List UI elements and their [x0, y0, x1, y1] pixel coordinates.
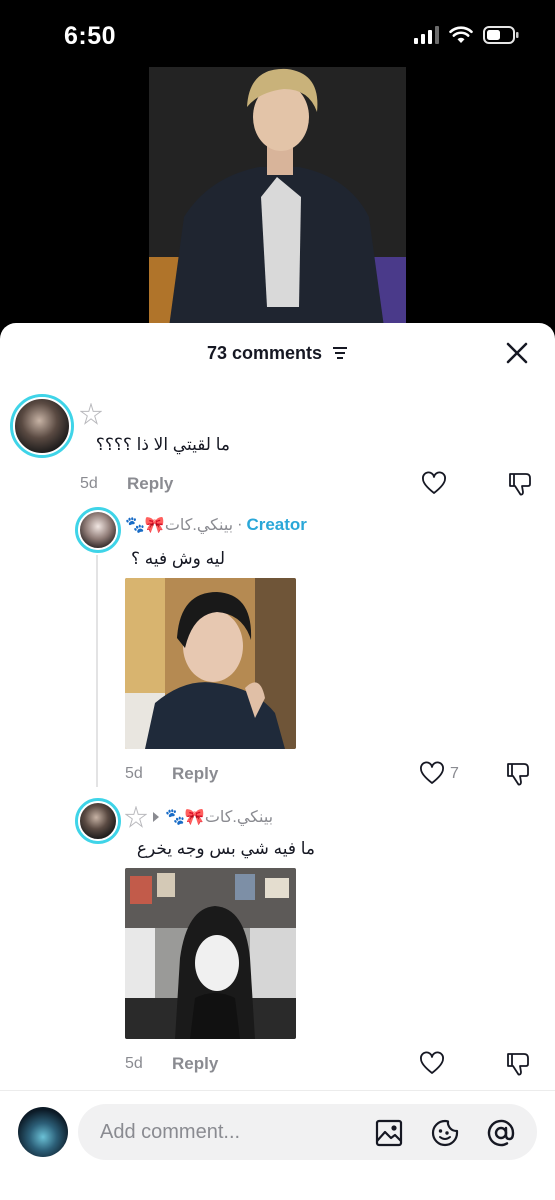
reply-age: 5d	[125, 1055, 143, 1072]
close-icon[interactable]	[505, 341, 529, 365]
image-icon[interactable]	[374, 1118, 404, 1148]
comment-input-pill[interactable]	[78, 1104, 537, 1160]
like-heart-icon[interactable]	[419, 1051, 445, 1077]
like-count: 7	[450, 765, 459, 782]
reply-arrow-icon	[153, 812, 159, 822]
status-time: 6:50	[64, 22, 117, 50]
reply-button[interactable]: Reply	[127, 474, 173, 494]
separator-dot: ·	[237, 516, 243, 533]
dislike-icon[interactable]	[507, 471, 533, 497]
reply-button[interactable]: Reply	[172, 1054, 218, 1074]
video-preview[interactable]	[149, 67, 406, 327]
comment-count-header[interactable]: 73 comments	[0, 343, 555, 364]
avatar[interactable]	[10, 394, 74, 458]
comment-count-label: 73 comments	[206, 343, 323, 363]
sort-icon[interactable]	[332, 346, 348, 360]
reply-photo[interactable]	[125, 868, 296, 1039]
status-bar: 6:50	[0, 0, 555, 70]
comment-input[interactable]	[100, 1118, 350, 1146]
reply-username[interactable]: 🐾🎀بينكي.كات · Creator	[125, 515, 307, 535]
status-icons	[414, 26, 519, 44]
thread-line	[96, 555, 98, 787]
reply-age: 5d	[125, 765, 143, 782]
star-icon	[80, 403, 102, 425]
reply-photo[interactable]	[125, 578, 296, 749]
creator-badge: Creator	[246, 515, 307, 534]
video-frame	[149, 67, 406, 327]
dislike-icon[interactable]	[505, 1051, 531, 1077]
cellular-signal-icon	[414, 26, 439, 44]
reply-text: ما فيه شي بس وجه يخرع	[136, 839, 315, 858]
reply-username-label: 🐾🎀بينكي.كات	[165, 809, 274, 826]
comment-age: 5d	[80, 475, 98, 492]
reply-username[interactable]: 🐾🎀بينكي.كات	[125, 806, 273, 828]
avatar[interactable]	[75, 798, 121, 844]
star-icon	[125, 806, 147, 828]
comment-input-bar	[0, 1090, 555, 1200]
reply-text: ليه وش فيه ؟	[131, 549, 225, 568]
emoji-sticker-icon[interactable]	[430, 1118, 460, 1148]
comment-text: ما لقيتي الا ذا ؟؟؟؟	[95, 435, 230, 454]
current-user-avatar[interactable]	[18, 1107, 68, 1157]
battery-icon	[483, 26, 519, 44]
reply-photo-image	[125, 578, 296, 749]
wifi-icon	[449, 26, 473, 43]
like-heart-icon[interactable]	[419, 761, 445, 787]
like-heart-icon[interactable]	[421, 471, 447, 497]
mention-icon[interactable]	[486, 1118, 516, 1148]
reply-username-label: 🐾🎀بينكي.كات	[125, 517, 234, 534]
reply-button[interactable]: Reply	[172, 764, 218, 784]
sheet-header: 73 comments	[0, 323, 555, 383]
avatar[interactable]	[75, 507, 121, 553]
comments-sheet: 73 comments ما لقيتي الا ذا ؟؟؟؟ 5d Repl…	[0, 323, 555, 1200]
comment-username[interactable]	[80, 403, 102, 425]
dislike-icon[interactable]	[505, 761, 531, 787]
reply-photo-image	[125, 868, 296, 1039]
